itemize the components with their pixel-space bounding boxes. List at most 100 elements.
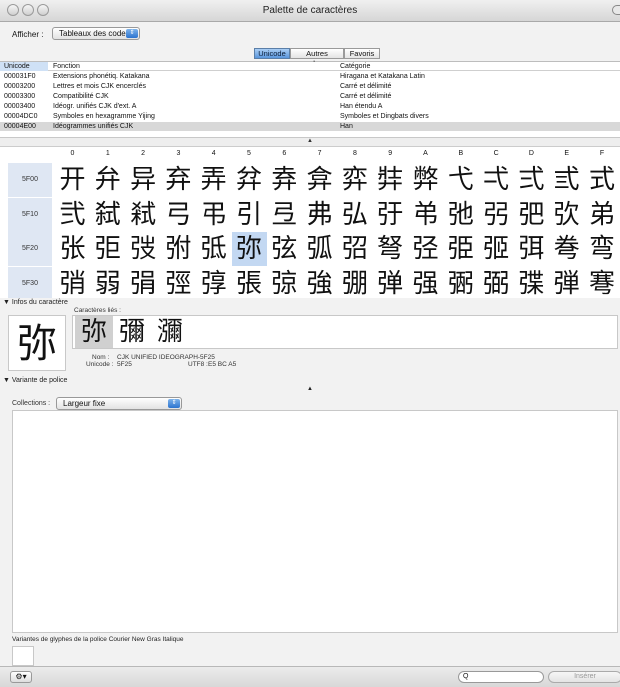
- grid-char-cell[interactable]: 弗: [302, 198, 337, 232]
- grid-char-cell[interactable]: 弰: [55, 267, 90, 299]
- grid-column-label: E: [564, 150, 570, 157]
- grid-char-cell[interactable]: 弩: [373, 232, 408, 266]
- grid-char-cell[interactable]: 弛: [443, 198, 478, 232]
- grid-char-cell[interactable]: 弔: [196, 198, 231, 232]
- column-header-category[interactable]: Catégorie: [340, 62, 370, 71]
- grid-char-cell[interactable]: 弞: [549, 198, 584, 232]
- grid-char-cell[interactable]: 弝: [514, 198, 549, 232]
- grid-char-cell[interactable]: 弒: [126, 198, 161, 232]
- grid-char-cell[interactable]: 弸: [337, 267, 372, 299]
- cell-unicode: 00004DC0: [4, 113, 38, 120]
- grid-char-cell[interactable]: 弡: [90, 232, 125, 266]
- grid-char-cell[interactable]: 弓: [161, 198, 196, 232]
- grid-char-cell[interactable]: 弶: [267, 267, 302, 299]
- resize-indicator-icon[interactable]: ▲: [0, 386, 620, 392]
- grid-row-label: 5F30: [8, 266, 52, 298]
- grid-char-cell[interactable]: 弐: [55, 198, 90, 232]
- font-variation-disclosure[interactable]: ▼ Variante de police: [3, 377, 67, 384]
- grid-char-cell[interactable]: 弭: [514, 232, 549, 266]
- grid-char-cell[interactable]: 式: [585, 163, 620, 197]
- search-input[interactable]: Q: [458, 671, 544, 683]
- table-row[interactable]: 00003400 Idéogr. unifiés CJK d'ext. A Ha…: [0, 102, 620, 111]
- grid-char-cell[interactable]: 弖: [267, 198, 302, 232]
- grid-char-cell[interactable]: 弧: [302, 232, 337, 266]
- grid-char-cell[interactable]: 弹: [373, 267, 408, 299]
- grid-char-cell[interactable]: 引: [232, 198, 267, 232]
- related-char[interactable]: 弥: [75, 316, 113, 348]
- grid-char-cell[interactable]: 弑: [90, 198, 125, 232]
- grid-char-cell[interactable]: 弪: [408, 232, 443, 266]
- grid-char-cell[interactable]: 弜: [479, 198, 514, 232]
- grid-char-cell[interactable]: 弯: [585, 232, 620, 266]
- column-header-unicode[interactable]: Unicode: [0, 62, 48, 71]
- gear-menu-button[interactable]: ⚙▾: [10, 671, 32, 683]
- grid-char-cell[interactable]: 弇: [302, 163, 337, 197]
- char-info-disclosure[interactable]: ▼ Infos du caractère: [3, 299, 68, 306]
- grid-char-cell[interactable]: 弳: [161, 267, 196, 299]
- grid-char-cell[interactable]: 弅: [232, 163, 267, 197]
- grid-char-cell[interactable]: 弉: [373, 163, 408, 197]
- grid-char-cell[interactable]: 弻: [443, 267, 478, 299]
- grid-char-cell[interactable]: 弃: [161, 163, 196, 197]
- grid-char-cell[interactable]: 弲: [126, 267, 161, 299]
- grid-char-cell[interactable]: 弟: [585, 198, 620, 232]
- table-row[interactable]: 000031F0 Extensions phonétiq. Katakana H…: [0, 72, 620, 81]
- grid-char-cell[interactable]: 強: [302, 267, 337, 299]
- table-header: Unicode Fonction Catégorie: [0, 62, 620, 71]
- split-view-handle[interactable]: ▲: [0, 138, 620, 147]
- grid-char-cell[interactable]: 弿: [585, 267, 620, 299]
- grid-char-cell[interactable]: 弁: [90, 163, 125, 197]
- grid-char-cell[interactable]: 弱: [90, 267, 125, 299]
- tab-favorites[interactable]: Favoris: [344, 48, 380, 59]
- grid-char-cell[interactable]: 弬: [479, 232, 514, 266]
- grid-char-cell[interactable]: 弨: [337, 232, 372, 266]
- table-row[interactable]: 00003300 Compatibilité CJK Carré et déli…: [0, 92, 620, 101]
- tab-unicode[interactable]: Unicode: [254, 48, 290, 59]
- font-list-area[interactable]: [12, 410, 618, 633]
- grid-char-cell[interactable]: 弄: [196, 163, 231, 197]
- grid-char-cell[interactable]: 弫: [443, 232, 478, 266]
- table-row-selected[interactable]: 00004E00 Idéogrammes unifiés CJK Han: [0, 122, 620, 131]
- table-row[interactable]: 00004DC0 Symboles en hexagramme Yijing S…: [0, 112, 620, 121]
- grid-char-cell[interactable]: 开: [55, 163, 90, 197]
- grid-char-cell[interactable]: 弤: [196, 232, 231, 266]
- grid-char-cell[interactable]: 弘: [337, 198, 372, 232]
- grid-char-cell[interactable]: 弈: [337, 163, 372, 197]
- grid-char-cell[interactable]: 弢: [126, 232, 161, 266]
- grid-char-cell[interactable]: 弎: [549, 163, 584, 197]
- cell-category: Carré et délimité: [340, 93, 392, 100]
- grid-char-cell[interactable]: 张: [55, 232, 90, 266]
- collections-popup[interactable]: Largeur fixe ⇕: [56, 397, 182, 410]
- grid-char-cell[interactable]: 弍: [514, 163, 549, 197]
- grid-char-cell[interactable]: 弥: [231, 232, 267, 266]
- grid-char-cell[interactable]: 弼: [479, 267, 514, 299]
- glyph-variants-box[interactable]: [12, 646, 34, 666]
- related-char[interactable]: 瀰: [151, 316, 189, 348]
- column-header-function[interactable]: Fonction: [53, 62, 80, 71]
- grid-char-cell[interactable]: 弚: [408, 198, 443, 232]
- related-char[interactable]: 彌: [113, 316, 151, 348]
- insert-button[interactable]: Insérer: [548, 671, 620, 683]
- show-popup[interactable]: Tableaux des codes ⇕: [52, 27, 140, 40]
- grid-char-cell[interactable]: 弊: [408, 163, 443, 197]
- grid-char-cell[interactable]: 强: [408, 267, 443, 299]
- toolbar-toggle-button[interactable]: [612, 5, 620, 15]
- grid-column-label: D: [528, 150, 534, 157]
- grid-char-cell[interactable]: 弆: [267, 163, 302, 197]
- title-bar[interactable]: Palette de caractères: [0, 0, 620, 22]
- cell-category: Symboles et Dingbats divers: [340, 113, 429, 120]
- grid-char-cell[interactable]: 异: [126, 163, 161, 197]
- grid-char-cell[interactable]: 弦: [267, 232, 302, 266]
- table-row[interactable]: 00003200 Lettres et mois CJK encerclés C…: [0, 82, 620, 91]
- grid-char-cell[interactable]: 張: [232, 267, 267, 299]
- grid-char-cell[interactable]: 弣: [161, 232, 196, 266]
- tab-other-encodings[interactable]: Autres codages: [290, 48, 344, 68]
- grid-char-cell[interactable]: 弽: [514, 267, 549, 299]
- grid-char-cell[interactable]: 弌: [479, 163, 514, 197]
- grid-char-cell[interactable]: 弋: [443, 163, 478, 197]
- grid-char-cell[interactable]: 弮: [549, 232, 584, 266]
- window-title: Palette de caractères: [262, 5, 358, 16]
- grid-char-cell[interactable]: 弴: [196, 267, 231, 299]
- grid-char-cell[interactable]: 弙: [373, 198, 408, 232]
- grid-char-cell[interactable]: 弾: [549, 267, 584, 299]
